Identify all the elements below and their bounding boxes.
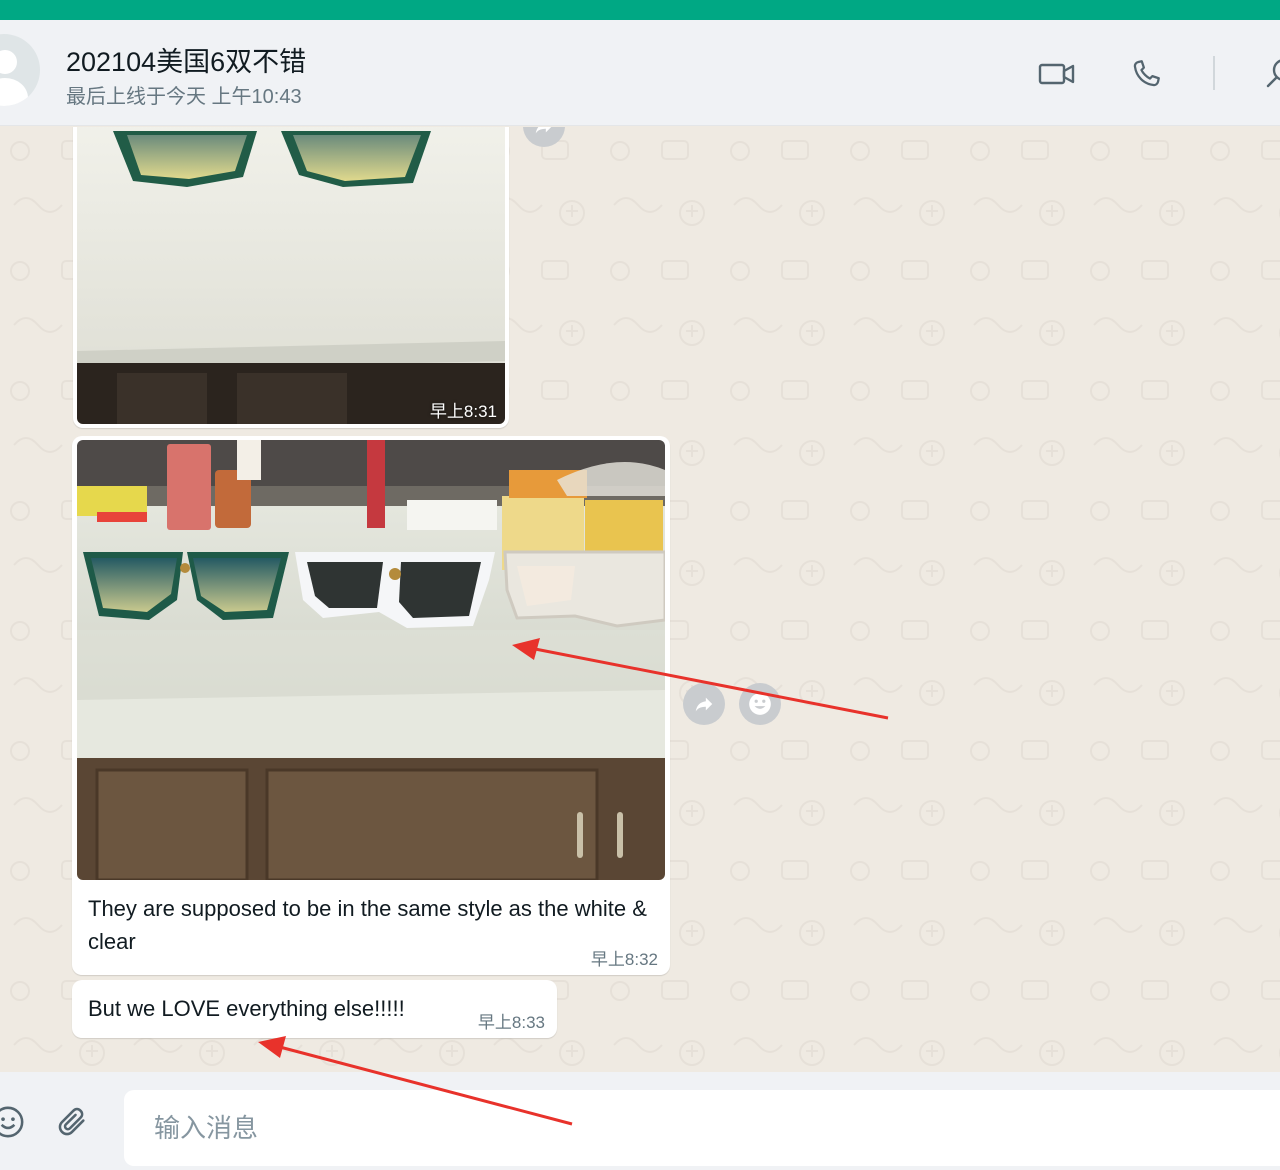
attach-icon[interactable] [52,1102,92,1142]
message-caption: They are supposed to be in the same styl… [88,896,647,954]
forward-button[interactable] [683,683,725,725]
message-time: 早上8:32 [590,950,658,969]
image-message-2[interactable]: They are supposed to be in the same styl… [72,436,670,975]
message-photo-green-sunglasses[interactable] [77,127,505,424]
emoji-reaction-button[interactable] [739,683,781,725]
voice-call-icon[interactable] [1126,54,1166,94]
message-time: 早上8:33 [477,1013,545,1032]
app-top-bar [0,0,1280,20]
search-icon[interactable] [1258,54,1280,94]
video-call-icon[interactable] [1037,54,1077,94]
text-message-3[interactable]: But we LOVE everything else!!!!! 早上8:33 [72,980,557,1038]
message-text: But we LOVE everything else!!!!! [88,996,405,1021]
avatar-head-shape [0,50,17,74]
chat-header: 202104美国6双不错 最后上线于今天 上午10:43 [0,20,1280,126]
message-time: 早上8:31 [429,402,497,421]
message-photo-three-sunglasses[interactable] [77,440,665,880]
contact-last-seen: 最后上线于今天 上午10:43 [66,86,302,108]
message-list[interactable]: 早上8:31 They are supposed to be in the sa… [0,127,1280,1072]
emoji-icon[interactable] [0,1102,28,1142]
contact-name[interactable]: 202104美国6双不错 [66,40,306,79]
image-message-1[interactable]: 早上8:31 [73,127,509,428]
message-input-container[interactable] [124,1090,1280,1166]
composer-bar [0,1072,1280,1170]
avatar-body-shape [0,78,28,106]
avatar[interactable] [0,34,40,106]
message-input[interactable] [154,1108,1054,1148]
header-divider [1213,56,1215,90]
